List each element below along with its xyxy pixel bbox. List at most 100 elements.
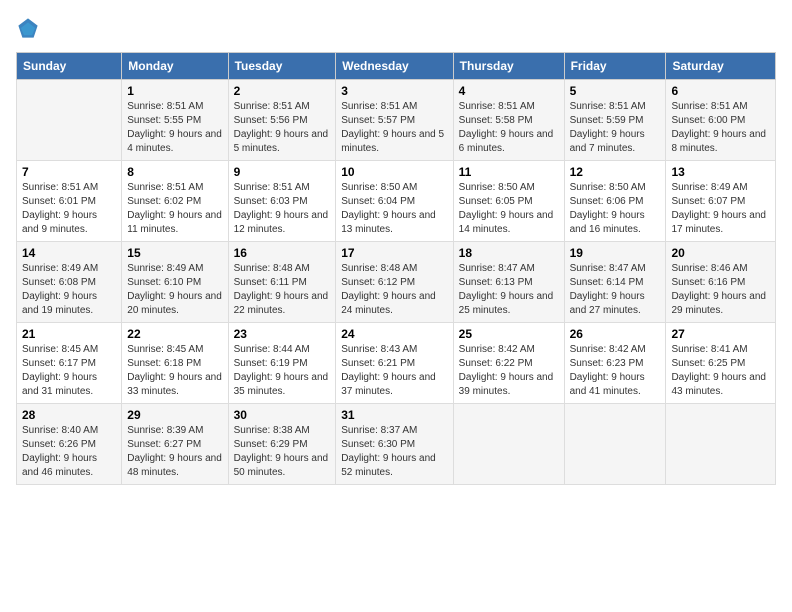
day-number: 7 <box>22 165 116 179</box>
header-saturday: Saturday <box>666 53 776 80</box>
day-info: Sunrise: 8:40 AMSunset: 6:26 PMDaylight:… <box>22 424 116 480</box>
calendar-cell: 8 Sunrise: 8:51 AMSunset: 6:02 PMDaylight… <box>122 161 228 242</box>
day-number: 2 <box>234 84 331 98</box>
calendar-cell: 12 Sunrise: 8:50 AMSunset: 6:06 PMDayligh… <box>564 161 666 242</box>
calendar-cell: 7 Sunrise: 8:51 AMSunset: 6:01 PMDaylight… <box>17 161 122 242</box>
calendar-cell: 22 Sunrise: 8:45 AMSunset: 6:18 PMDayligh… <box>122 323 228 404</box>
day-info: Sunrise: 8:50 AMSunset: 6:06 PMDaylight:… <box>570 181 661 237</box>
calendar-body: 1Sunrise: 8:51 AMSunset: 5:55 PMDaylight… <box>17 80 776 485</box>
calendar-cell <box>17 80 122 161</box>
header-monday: Monday <box>122 53 228 80</box>
calendar-table: Sunday Monday Tuesday Wednesday Thursday… <box>16 52 776 485</box>
day-info: Sunrise: 8:46 AMSunset: 6:16 PMDaylight:… <box>671 262 770 318</box>
day-number: 30 <box>234 408 331 422</box>
day-info: Sunrise: 8:50 AMSunset: 6:04 PMDaylight:… <box>341 181 447 237</box>
day-number: 3 <box>341 84 447 98</box>
day-number: 19 <box>570 246 661 260</box>
calendar-cell <box>564 404 666 485</box>
day-number: 4 <box>459 84 559 98</box>
day-info: Sunrise: 8:49 AMSunset: 6:10 PMDaylight:… <box>127 262 222 318</box>
day-info: Sunrise: 8:45 AMSunset: 6:18 PMDaylight:… <box>127 343 222 399</box>
calendar-cell: 13 Sunrise: 8:49 AMSunset: 6:07 PMDayligh… <box>666 161 776 242</box>
calendar-week-1: 1Sunrise: 8:51 AMSunset: 5:55 PMDaylight… <box>17 80 776 161</box>
calendar-week-2: 7 Sunrise: 8:51 AMSunset: 6:01 PMDaylight… <box>17 161 776 242</box>
day-info: Sunrise: 8:42 AMSunset: 6:22 PMDaylight:… <box>459 343 559 399</box>
day-info: Sunrise: 8:49 AMSunset: 6:07 PMDaylight:… <box>671 181 770 237</box>
calendar-cell: 16Sunrise: 8:48 AMSunset: 6:11 PMDayligh… <box>228 242 336 323</box>
day-info: Sunrise: 8:42 AMSunset: 6:23 PMDaylight:… <box>570 343 661 399</box>
day-number: 18 <box>459 246 559 260</box>
calendar-cell: 1Sunrise: 8:51 AMSunset: 5:55 PMDaylight… <box>122 80 228 161</box>
calendar-cell: 10 Sunrise: 8:50 AMSunset: 6:04 PMDayligh… <box>336 161 453 242</box>
calendar-cell: 3 Sunrise: 8:51 AMSunset: 5:57 PMDaylight… <box>336 80 453 161</box>
day-number: 23 <box>234 327 331 341</box>
day-number: 25 <box>459 327 559 341</box>
day-number: 8 <box>127 165 222 179</box>
day-info: Sunrise: 8:51 AMSunset: 6:03 PMDaylight:… <box>234 181 331 237</box>
header-wednesday: Wednesday <box>336 53 453 80</box>
calendar-cell: 19Sunrise: 8:47 AMSunset: 6:14 PMDayligh… <box>564 242 666 323</box>
day-info: Sunrise: 8:50 AMSunset: 6:05 PMDaylight:… <box>459 181 559 237</box>
day-number: 16 <box>234 246 331 260</box>
calendar-cell: 24Sunrise: 8:43 AMSunset: 6:21 PMDayligh… <box>336 323 453 404</box>
calendar-cell: 30 Sunrise: 8:38 AMSunset: 6:29 PMDayligh… <box>228 404 336 485</box>
calendar-cell: 2 Sunrise: 8:51 AMSunset: 5:56 PMDaylight… <box>228 80 336 161</box>
day-number: 27 <box>671 327 770 341</box>
calendar-cell: 5Sunrise: 8:51 AMSunset: 5:59 PMDaylight… <box>564 80 666 161</box>
day-number: 10 <box>341 165 447 179</box>
day-number: 1 <box>127 84 222 98</box>
day-info: Sunrise: 8:44 AMSunset: 6:19 PMDaylight:… <box>234 343 331 399</box>
day-info: Sunrise: 8:47 AMSunset: 6:13 PMDaylight:… <box>459 262 559 318</box>
calendar-header: Sunday Monday Tuesday Wednesday Thursday… <box>17 53 776 80</box>
day-info: Sunrise: 8:51 AMSunset: 6:02 PMDaylight:… <box>127 181 222 237</box>
day-info: Sunrise: 8:51 AMSunset: 5:57 PMDaylight:… <box>341 100 447 156</box>
day-number: 11 <box>459 165 559 179</box>
day-number: 17 <box>341 246 447 260</box>
day-number: 9 <box>234 165 331 179</box>
calendar-cell: 25 Sunrise: 8:42 AMSunset: 6:22 PMDayligh… <box>453 323 564 404</box>
day-number: 12 <box>570 165 661 179</box>
logo <box>16 16 44 40</box>
calendar-cell <box>453 404 564 485</box>
day-info: Sunrise: 8:37 AMSunset: 6:30 PMDaylight:… <box>341 424 447 480</box>
day-number: 28 <box>22 408 116 422</box>
calendar-cell: 17 Sunrise: 8:48 AMSunset: 6:12 PMDayligh… <box>336 242 453 323</box>
header-thursday: Thursday <box>453 53 564 80</box>
day-number: 6 <box>671 84 770 98</box>
day-info: Sunrise: 8:45 AMSunset: 6:17 PMDaylight:… <box>22 343 116 399</box>
day-number: 13 <box>671 165 770 179</box>
day-number: 26 <box>570 327 661 341</box>
calendar-cell: 9 Sunrise: 8:51 AMSunset: 6:03 PMDaylight… <box>228 161 336 242</box>
day-info: Sunrise: 8:51 AMSunset: 5:58 PMDaylight:… <box>459 100 559 156</box>
day-number: 15 <box>127 246 222 260</box>
day-number: 20 <box>671 246 770 260</box>
day-info: Sunrise: 8:51 AMSunset: 5:59 PMDaylight:… <box>570 100 661 156</box>
day-number: 14 <box>22 246 116 260</box>
calendar-cell: 31 Sunrise: 8:37 AMSunset: 6:30 PMDayligh… <box>336 404 453 485</box>
day-info: Sunrise: 8:39 AMSunset: 6:27 PMDaylight:… <box>127 424 222 480</box>
day-info: Sunrise: 8:48 AMSunset: 6:12 PMDaylight:… <box>341 262 447 318</box>
calendar-cell: 14 Sunrise: 8:49 AMSunset: 6:08 PMDayligh… <box>17 242 122 323</box>
calendar-cell <box>666 404 776 485</box>
calendar-week-3: 14 Sunrise: 8:49 AMSunset: 6:08 PMDayligh… <box>17 242 776 323</box>
day-info: Sunrise: 8:51 AMSunset: 5:56 PMDaylight:… <box>234 100 331 156</box>
calendar-cell: 21Sunrise: 8:45 AMSunset: 6:17 PMDayligh… <box>17 323 122 404</box>
day-number: 22 <box>127 327 222 341</box>
calendar-cell: 29 Sunrise: 8:39 AMSunset: 6:27 PMDayligh… <box>122 404 228 485</box>
day-info: Sunrise: 8:41 AMSunset: 6:25 PMDaylight:… <box>671 343 770 399</box>
day-number: 29 <box>127 408 222 422</box>
calendar-cell: 26 Sunrise: 8:42 AMSunset: 6:23 PMDayligh… <box>564 323 666 404</box>
day-number: 31 <box>341 408 447 422</box>
calendar-cell: 18 Sunrise: 8:47 AMSunset: 6:13 PMDayligh… <box>453 242 564 323</box>
header <box>16 16 776 40</box>
calendar-cell: 28 Sunrise: 8:40 AMSunset: 6:26 PMDayligh… <box>17 404 122 485</box>
calendar-cell: 15 Sunrise: 8:49 AMSunset: 6:10 PMDayligh… <box>122 242 228 323</box>
calendar-cell: 23 Sunrise: 8:44 AMSunset: 6:19 PMDayligh… <box>228 323 336 404</box>
day-info: Sunrise: 8:38 AMSunset: 6:29 PMDaylight:… <box>234 424 331 480</box>
header-sunday: Sunday <box>17 53 122 80</box>
header-tuesday: Tuesday <box>228 53 336 80</box>
logo-icon <box>16 16 40 40</box>
calendar-cell: 4 Sunrise: 8:51 AMSunset: 5:58 PMDaylight… <box>453 80 564 161</box>
day-info: Sunrise: 8:49 AMSunset: 6:08 PMDaylight:… <box>22 262 116 318</box>
day-info: Sunrise: 8:51 AMSunset: 6:01 PMDaylight:… <box>22 181 116 237</box>
